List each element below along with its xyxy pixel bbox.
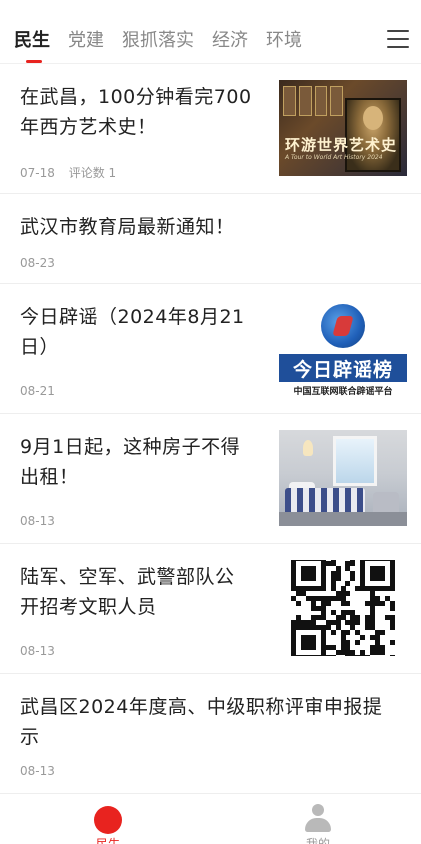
news-title: 武昌区2024年度高、中级职称评审申报提 示 — [20, 696, 383, 748]
news-list: 在武昌，100分钟看完700 年西方艺术史！ 07-18 评论数 1 环游世界艺… — [0, 64, 421, 789]
news-thumbnail-art: 环游世界艺术史 A Tour to World Art History 2024 — [279, 80, 407, 176]
nav-label: 我的 — [305, 837, 330, 844]
news-item[interactable]: 9月1日起，这种房子不得 出租！ 08-13 — [0, 414, 421, 544]
news-thumbnail-qrcode — [279, 560, 407, 656]
news-meta: 07-18 评论数 1 — [20, 164, 126, 181]
news-meta: 08-23 — [20, 256, 65, 270]
news-date: 08-13 — [20, 514, 55, 528]
news-meta: 08-13 — [20, 514, 65, 528]
hamburger-menu-icon[interactable] — [387, 30, 409, 48]
bottom-navigation: 民生 我的 — [0, 793, 421, 844]
red-dot-icon — [94, 806, 122, 834]
news-thumbnail-room — [279, 430, 407, 526]
news-thumbnail-rumor: 今日辟谣榜 中国互联网联合辟谣平台 — [279, 300, 407, 396]
news-item[interactable]: 陆军、空军、武警部队公 开招考文职人员 08-13 — [0, 544, 421, 674]
qr-code-icon — [291, 560, 396, 656]
tab-minsheng[interactable]: 民生 — [14, 28, 50, 54]
category-tabs: 民生 党建 狠抓落实 经济 环境 — [14, 28, 320, 54]
nav-label: 民生 — [95, 837, 120, 844]
news-meta: 08-13 — [20, 764, 65, 778]
tab-henzhua-luoshi[interactable]: 狠抓落实 — [122, 28, 194, 54]
tab-huanjing[interactable]: 环境 — [266, 28, 302, 54]
news-meta: 08-13 — [20, 644, 65, 658]
top-tab-bar: 民生 党建 狠抓落实 经济 环境 — [0, 0, 421, 64]
news-item[interactable]: 武汉市教育局最新通知！ 08-23 — [0, 194, 421, 284]
news-title: 9月1日起，这种房子不得 出租！ — [20, 436, 241, 488]
comment-count: 评论数 1 — [68, 166, 117, 180]
person-icon — [305, 804, 331, 834]
news-date: 08-13 — [20, 764, 55, 778]
tab-jingji[interactable]: 经济 — [212, 28, 248, 54]
news-date: 08-21 — [20, 384, 55, 398]
nav-item-profile[interactable]: 我的 — [258, 794, 378, 844]
news-date: 07-18 — [20, 166, 55, 180]
tab-dangjian[interactable]: 党建 — [68, 28, 104, 54]
news-item[interactable]: 武昌区2024年度高、中级职称评审申报提 示 08-13 — [0, 674, 421, 789]
rumor-platform-logo-icon — [321, 304, 365, 348]
news-date: 08-13 — [20, 644, 55, 658]
news-title: 陆军、空军、武警部队公 开招考文职人员 — [20, 566, 235, 618]
news-title: 今日辟谣（2024年8月21 日） — [20, 306, 245, 358]
nav-item-minsheng[interactable]: 民生 — [48, 794, 168, 844]
news-item[interactable]: 今日辟谣（2024年8月21 日） 08-21 今日辟谣榜 中国互联网联合辟谣平… — [0, 284, 421, 414]
news-item[interactable]: 在武昌，100分钟看完700 年西方艺术史！ 07-18 评论数 1 环游世界艺… — [0, 64, 421, 194]
news-date: 08-23 — [20, 256, 55, 270]
news-title: 武汉市教育局最新通知！ — [20, 216, 235, 238]
news-title: 在武昌，100分钟看完700 年西方艺术史！ — [20, 86, 252, 138]
news-meta: 08-21 — [20, 384, 65, 398]
